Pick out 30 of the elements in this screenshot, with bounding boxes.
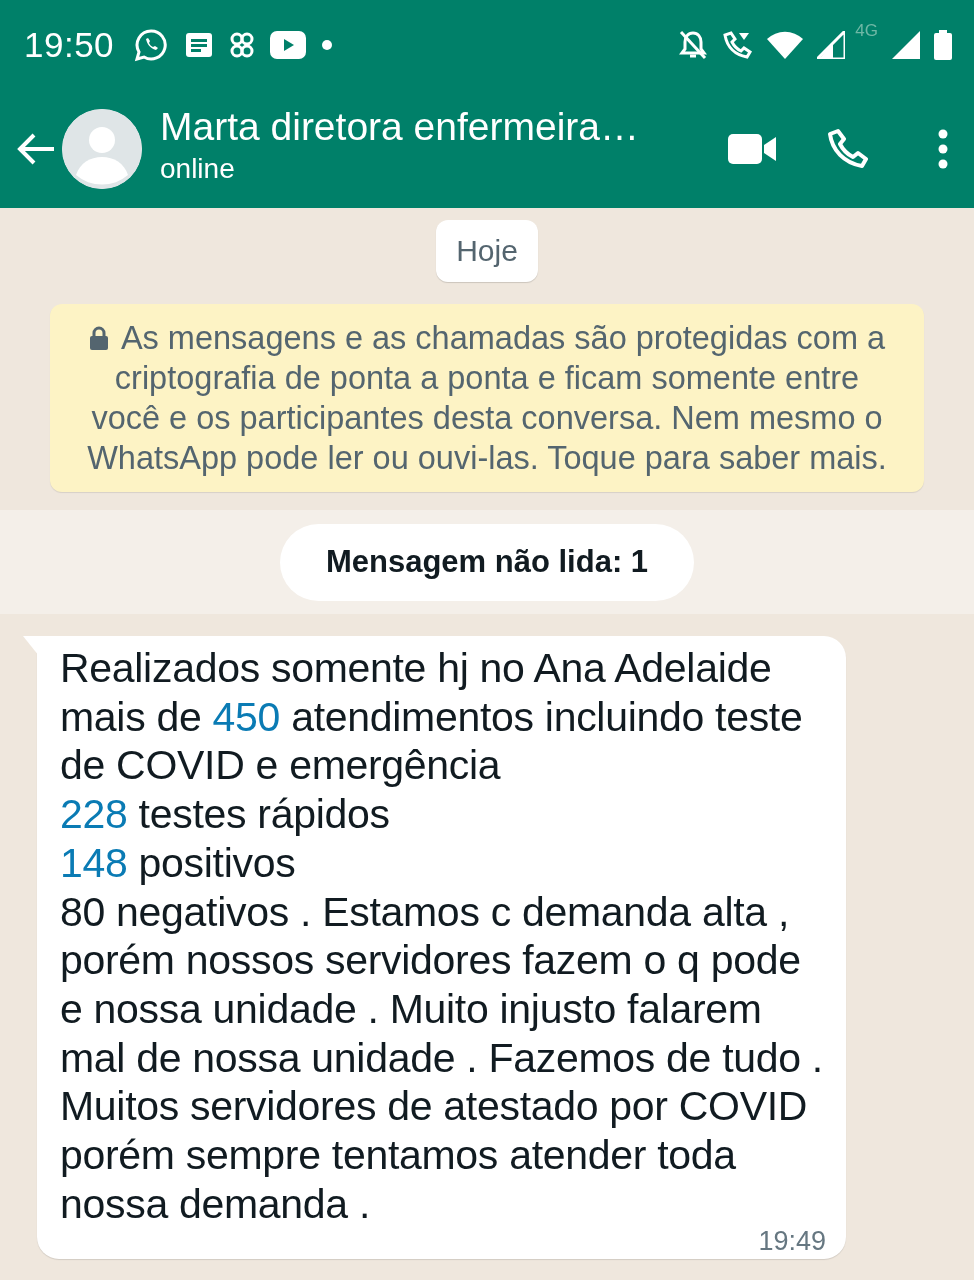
network-label: 4G — [855, 21, 878, 41]
wifi-icon — [767, 31, 804, 59]
contact-status: online — [160, 153, 236, 185]
play-icon — [270, 31, 307, 59]
signal-icon — [892, 31, 920, 59]
signal-icon — [817, 31, 846, 59]
menu-icon[interactable] — [938, 129, 948, 169]
document-icon — [184, 31, 215, 59]
clock: 19:50 — [24, 25, 115, 65]
phone-call-icon — [721, 29, 754, 61]
encryption-text: As mensagens e as chamadas são protegidas com a criptografia de ponta a ponta e ficam somente entre você e os participantes desta conversa. Nem mesmo o WhatsApp pode ler ou ouvi-las. Toque para saber mais. — [86, 319, 888, 478]
avatar[interactable] — [62, 109, 142, 189]
phone-icon[interactable] — [826, 128, 868, 170]
encryption-notice[interactable] — [50, 304, 924, 492]
muted-bell-icon — [679, 30, 708, 60]
message-time: 19:49 — [758, 1226, 826, 1258]
flower-icon — [230, 32, 255, 58]
phone-link[interactable]: 450 — [212, 693, 281, 740]
lock-icon — [88, 326, 109, 350]
date-chip: Hoje — [436, 220, 538, 282]
unread-banner: Mensagem não lida: 1 — [279, 524, 695, 601]
video-call-icon[interactable] — [728, 134, 776, 164]
phone-link[interactable]: 148 — [60, 839, 128, 886]
phone-link[interactable]: 228 — [60, 791, 128, 838]
back-arrow-icon[interactable] — [16, 132, 56, 166]
message-text: Realizados somente hj no Ana Adelaide mais de 450 atendimentos incluindo teste de COVID e emergência 228 testes rápidos 148 positivos 80 negativos . Estamos c demanda alta , porém nossos servidores fazem o q pode e nossa unidade . Muito injusto falarem mal de nossa unidade . Fazemos de tudo . Muitos servidores de atestado por COVID porém sempre tentamos atender toda nossa demanda . — [60, 644, 824, 1229]
dot-icon — [322, 40, 333, 50]
chat-bubble-icon — [134, 28, 169, 62]
battery-icon — [934, 30, 952, 60]
contact-name[interactable]: Marta diretora enfermeira… — [160, 105, 678, 149]
